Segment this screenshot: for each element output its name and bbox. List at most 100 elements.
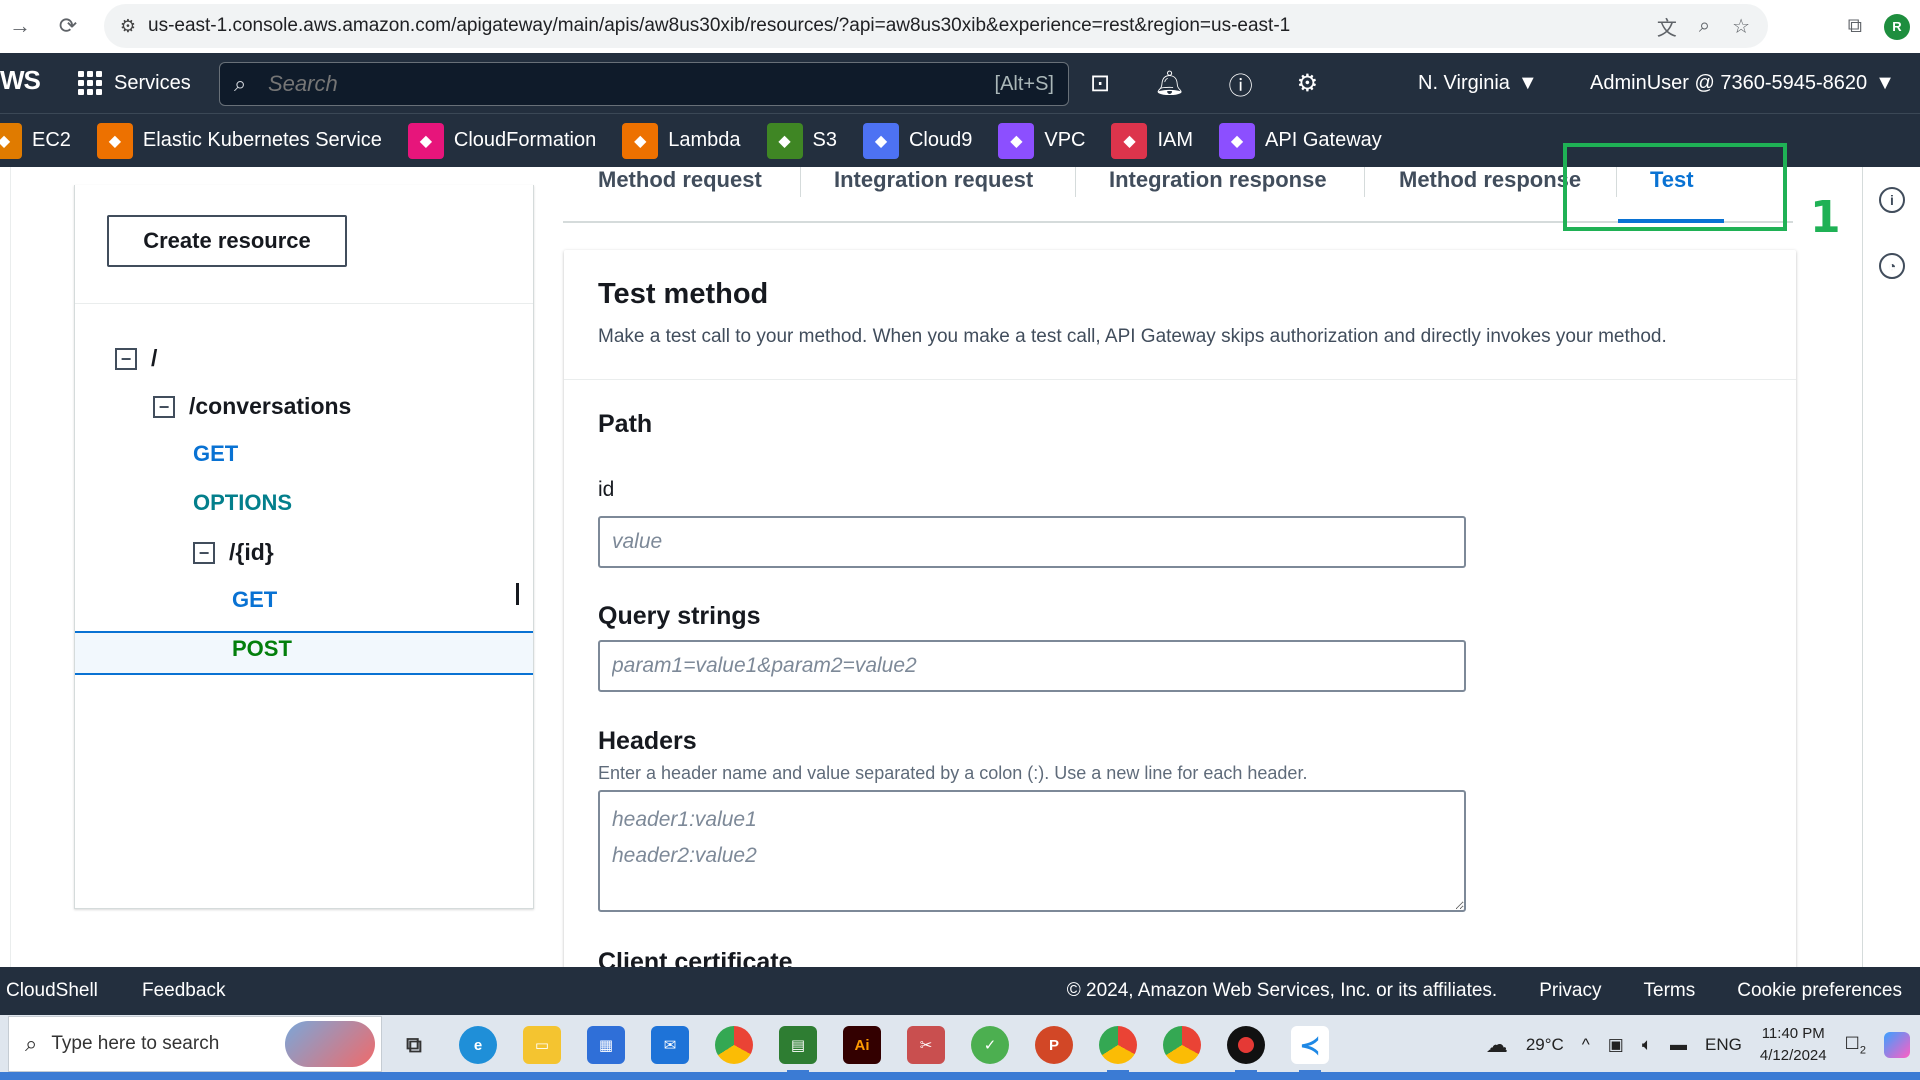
favorite-vpc[interactable]: ◆ VPC [998, 122, 1086, 159]
sheets-icon[interactable]: ▤ [779, 1026, 817, 1073]
chrome-icon[interactable] [715, 1026, 753, 1064]
tab-integration-response[interactable]: Integration response [1109, 167, 1327, 223]
tab-method-request[interactable]: Method request [598, 167, 762, 223]
chrome-active-icon[interactable] [1099, 1026, 1137, 1073]
collapse-icon[interactable]: − [115, 347, 137, 370]
notification-count: 2 [1859, 1044, 1866, 1057]
console-search[interactable]: ⌕ [Alt+S] [219, 62, 1069, 106]
tree-item-conversations[interactable]: − /conversations [153, 393, 351, 420]
query-strings-input[interactable] [598, 640, 1466, 692]
snipping-tool-icon[interactable]: ✂ [907, 1026, 945, 1064]
powerpoint-icon[interactable]: P [1035, 1026, 1073, 1064]
store-icon[interactable]: ▦ [587, 1026, 625, 1064]
record-icon[interactable] [1227, 1026, 1265, 1073]
tree-item-root[interactable]: − / [115, 345, 157, 372]
clock[interactable]: 11:40 PM 4/12/2024 [1760, 1023, 1827, 1067]
lambda-icon: ◆ [622, 122, 659, 159]
info-icon[interactable]: i [1879, 187, 1905, 213]
favorite-label: VPC [1044, 129, 1086, 151]
chrome-profile-icon[interactable] [1163, 1026, 1201, 1064]
tree-item-conversations-get[interactable]: GET [193, 441, 238, 467]
settings-gear-icon[interactable]: ⚙ [1297, 69, 1319, 98]
mail-icon[interactable]: ✉ [651, 1026, 689, 1064]
temperature[interactable]: 29°C [1526, 1035, 1564, 1055]
vscode-icon[interactable]: ≺ [1291, 1026, 1329, 1073]
tree-item-id[interactable]: − /{id} [193, 539, 274, 566]
favorite-cloudformation[interactable]: ◆ CloudFormation [407, 122, 596, 159]
tree-item-id-get[interactable]: GET [232, 587, 277, 613]
notifications-icon[interactable]: ☐2 [1845, 1034, 1866, 1056]
zoom-icon[interactable]: ⌕ [1699, 15, 1710, 38]
chevron-up-icon[interactable]: ^ [1582, 1035, 1590, 1055]
task-view-icon[interactable]: ⧉ [395, 1026, 433, 1064]
iam-icon: ◆ [1111, 122, 1148, 159]
tree-item-id-post[interactable]: POST [232, 636, 292, 662]
language-indicator[interactable]: ENG [1705, 1035, 1742, 1055]
card-description: Make a test call to your method. When yo… [598, 326, 1667, 347]
favorite-eks[interactable]: ◆ Elastic Kubernetes Service [96, 122, 382, 159]
address-bar[interactable]: ⚙ us-east-1.console.aws.amazon.com/apiga… [104, 4, 1768, 48]
cloud9-icon: ◆ [862, 122, 899, 159]
copilot-icon[interactable] [1884, 1032, 1910, 1058]
tab-integration-request[interactable]: Integration request [834, 167, 1033, 223]
search-input[interactable] [268, 71, 868, 97]
greenshot-icon[interactable]: ✓ [971, 1026, 1009, 1064]
services-menu[interactable]: Services [78, 53, 191, 113]
volume-icon[interactable]: 🔈︎ [1642, 1035, 1652, 1055]
annotation-highlight-box [1563, 143, 1787, 231]
create-resource-button[interactable]: Create resource [107, 215, 347, 267]
file-explorer-icon[interactable]: ▭ [523, 1026, 561, 1064]
forward-icon[interactable]: → [0, 6, 40, 46]
cookie-preferences-link[interactable]: Cookie preferences [1737, 980, 1902, 1002]
services-label: Services [114, 71, 191, 94]
translate-icon[interactable]: 文 [1657, 12, 1677, 41]
headers-textarea[interactable] [598, 790, 1466, 912]
aws-logo[interactable]: WS [0, 65, 41, 96]
favorite-lambda[interactable]: ◆ Lambda [622, 122, 741, 159]
ec2-icon: ◆ [0, 122, 22, 159]
windows-search-box[interactable]: ⌕ Type here to search [8, 1016, 382, 1072]
privacy-link[interactable]: Privacy [1539, 980, 1601, 1002]
id-field-input[interactable] [598, 516, 1466, 568]
extensions-icon[interactable]: ⧉ [1848, 15, 1862, 38]
cloudshell-link[interactable]: CloudShell [6, 980, 98, 1002]
account-menu[interactable]: AdminUser @ 7360-5945-8620 ▼ [1590, 53, 1895, 113]
favorite-api-gateway[interactable]: ◆ API Gateway [1219, 122, 1382, 159]
system-tray: ☁ 29°C ^ ▣ 🔈︎ ▬ ENG 11:40 PM 4/12/2024 ☐… [1486, 1015, 1920, 1075]
notifications-bell-icon[interactable]: 🔔︎ [1154, 69, 1184, 98]
favorite-label: EC2 [32, 129, 71, 151]
favorite-label: Elastic Kubernetes Service [142, 129, 382, 151]
weather-icon[interactable]: ☁ [1486, 1032, 1508, 1058]
collapse-icon[interactable]: − [153, 395, 175, 418]
feedback-icon[interactable]: ◔ [1879, 253, 1905, 279]
region-label: N. Virginia [1418, 71, 1510, 94]
cloudshell-icon[interactable]: ⊡ [1090, 69, 1110, 98]
profile-avatar[interactable]: R [1884, 13, 1910, 40]
panel-resize-handle[interactable] [516, 583, 519, 605]
taskbar-accent-line [0, 1072, 1920, 1080]
illustrator-icon[interactable]: Ai [843, 1026, 881, 1064]
network-icon[interactable]: ▣ [1608, 1035, 1624, 1055]
favorite-s3[interactable]: ◆ S3 [766, 122, 837, 159]
help-icon[interactable]: ⓘ [1229, 66, 1253, 101]
battery-icon[interactable]: ▬ [1670, 1035, 1687, 1055]
terms-link[interactable]: Terms [1644, 980, 1696, 1002]
feedback-link[interactable]: Feedback [142, 980, 225, 1002]
headers-title: Headers [598, 727, 697, 755]
region-selector[interactable]: N. Virginia ▼ [1418, 53, 1538, 113]
query-strings-title: Query strings [598, 602, 761, 630]
tab-method-response[interactable]: Method response [1399, 167, 1581, 223]
tab-separator [1364, 167, 1365, 197]
edge-icon[interactable]: e [459, 1026, 497, 1064]
search-shortcut: [Alt+S] [994, 72, 1054, 95]
collapse-icon[interactable]: − [193, 541, 215, 564]
tree-item-conversations-options[interactable]: OPTIONS [193, 490, 292, 516]
bookmark-star-icon[interactable]: ☆ [1732, 14, 1750, 39]
url-text[interactable]: us-east-1.console.aws.amazon.com/apigate… [148, 15, 1290, 37]
favorite-cloud9[interactable]: ◆ Cloud9 [862, 122, 972, 159]
site-info-icon[interactable]: ⚙ [108, 16, 148, 37]
reload-icon[interactable]: ⟳ [48, 6, 88, 46]
favorite-ec2[interactable]: ◆ EC2 [0, 122, 71, 159]
test-method-card: Test method Make a test call to your met… [564, 250, 1796, 970]
favorite-iam[interactable]: ◆ IAM [1111, 122, 1193, 159]
